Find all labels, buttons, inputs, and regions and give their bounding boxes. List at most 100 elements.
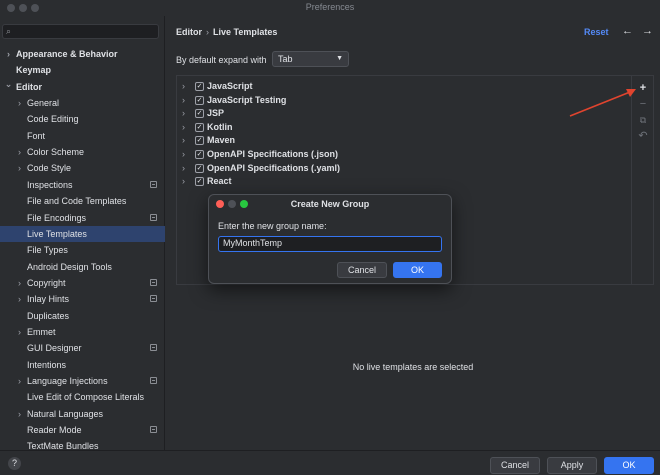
sidebar-item-live-edit-of-compose-literals[interactable]: Live Edit of Compose Literals [0, 389, 165, 405]
sidebar-item-label: Live Edit of Compose Literals [27, 392, 145, 403]
apply-button[interactable]: Apply [547, 457, 597, 474]
template-group-row[interactable]: › ✓ Maven [177, 134, 632, 147]
group-checkbox[interactable]: ✓ [195, 95, 204, 105]
sidebar-item-color-scheme[interactable]: › Color Scheme [0, 144, 165, 160]
chevron-right-icon[interactable]: › [182, 80, 185, 93]
chevron-right-icon[interactable]: › [15, 144, 24, 160]
sidebar-item-label: Editor [16, 81, 42, 92]
sidebar-item-inlay-hints[interactable]: › Inlay Hints [0, 291, 165, 307]
sidebar-item-emmet[interactable]: › Emmet [0, 324, 165, 340]
chevron-right-icon[interactable]: › [4, 46, 13, 62]
template-group-row[interactable]: › ✓ OpenAPI Specifications (.json) [177, 148, 632, 161]
chevron-right-icon[interactable]: › [182, 134, 185, 147]
sidebar-item-intentions[interactable]: Intentions [0, 357, 165, 373]
sidebar-item-language-injections[interactable]: › Language Injections [0, 373, 165, 389]
template-group-row[interactable]: › ✓ JavaScript Testing [177, 94, 632, 107]
chevron-right-icon[interactable]: › [15, 291, 24, 307]
sidebar-item-natural-languages[interactable]: › Natural Languages [0, 406, 165, 422]
group-checkbox[interactable]: ✓ [195, 163, 204, 173]
group-name: Maven [207, 135, 236, 146]
chevron-right-icon[interactable]: › [15, 324, 24, 340]
chevron-right-icon[interactable]: › [15, 406, 24, 422]
chevron-right-icon[interactable]: › [182, 121, 185, 134]
chevron-right-icon[interactable]: › [15, 95, 24, 111]
sidebar-item-editor[interactable]: ⌄ Editor [0, 79, 165, 95]
sidebar-item-label: Inspections [27, 179, 73, 190]
group-name: JavaScript Testing [207, 94, 287, 105]
sidebar-item-label: Font [27, 130, 46, 141]
sidebar-item-general[interactable]: › General [0, 95, 165, 111]
dialog-ok-button[interactable]: OK [393, 262, 442, 278]
project-scope-icon [150, 213, 157, 221]
sidebar-item-inspections[interactable]: Inspections [0, 177, 165, 193]
cancel-button[interactable]: Cancel [490, 457, 540, 474]
template-group-row[interactable]: › ✓ React [177, 175, 632, 188]
group-checkbox[interactable]: ✓ [195, 177, 204, 187]
sidebar-item-android-design-tools[interactable]: Android Design Tools [0, 259, 165, 275]
breadcrumb-live-templates: Live Templates [213, 27, 278, 37]
sidebar-item-label: Color Scheme [27, 147, 85, 158]
revert-icon[interactable]: ↶ [637, 130, 649, 142]
group-checkbox[interactable]: ✓ [195, 122, 204, 132]
sidebar-item-copyright[interactable]: › Copyright [0, 275, 165, 291]
copy-icon[interactable]: ⧉ [637, 114, 649, 126]
back-arrow-icon[interactable]: ← [622, 25, 633, 37]
dialog-title: Create New Group [290, 199, 370, 209]
group-checkbox[interactable]: ✓ [195, 136, 204, 146]
sidebar-item-keymap[interactable]: Keymap [0, 62, 165, 78]
breadcrumb-separator: › [206, 27, 209, 37]
group-name-input[interactable]: MyMonthTemp [218, 236, 442, 252]
sidebar-item-appearance-behavior[interactable]: › Appearance & Behavior [0, 46, 165, 62]
group-checkbox[interactable]: ✓ [195, 150, 204, 159]
chevron-right-icon[interactable]: › [182, 94, 185, 107]
sidebar-item-label: Code Style [27, 163, 72, 174]
group-name: React [207, 176, 232, 187]
group-name: OpenAPI Specifications (.yaml) [207, 162, 341, 173]
template-group-row[interactable]: › ✓ Kotlin [177, 121, 632, 134]
sidebar-item-label: Intentions [27, 359, 67, 370]
reset-link[interactable]: Reset [584, 27, 609, 37]
chevron-right-icon[interactable]: › [182, 148, 185, 161]
template-group-row[interactable]: › ✓ JavaScript [177, 80, 632, 93]
template-group-row[interactable]: › ✓ OpenAPI Specifications (.yaml) [177, 162, 632, 175]
sidebar-item-label: Live Templates [27, 228, 87, 239]
forward-arrow-icon[interactable]: → [642, 25, 653, 37]
group-checkbox[interactable]: ✓ [195, 109, 204, 119]
sidebar-item-file-types[interactable]: File Types [0, 242, 165, 258]
expand-with-select[interactable]: Tab ▼ [272, 51, 349, 67]
chevron-right-icon[interactable]: › [15, 160, 24, 176]
sidebar-item-file-and-code-templates[interactable]: File and Code Templates [0, 193, 165, 209]
chevron-right-icon[interactable]: › [15, 373, 24, 389]
chevron-down-icon[interactable]: ⌄ [4, 76, 13, 92]
search-icon: ⌕ [6, 26, 12, 36]
sidebar-item-live-templates[interactable]: Live Templates [0, 225, 165, 242]
chevron-down-icon: ▼ [336, 55, 343, 62]
template-group-row[interactable]: › ✓ JSP [177, 107, 632, 120]
sidebar-item-gui-designer[interactable]: GUI Designer [0, 340, 165, 356]
chevron-right-icon[interactable]: › [182, 107, 185, 120]
sidebar-item-label: Keymap [16, 65, 52, 76]
sidebar-item-reader-mode[interactable]: Reader Mode [0, 422, 165, 438]
sidebar-item-code-style[interactable]: › Code Style [0, 160, 165, 176]
sidebar-item-file-encodings[interactable]: File Encodings [0, 210, 165, 226]
add-icon[interactable]: + [637, 82, 649, 94]
dialog-cancel-button[interactable]: Cancel [337, 262, 387, 278]
project-scope-icon [150, 180, 157, 188]
breadcrumb-editor[interactable]: Editor [176, 27, 202, 37]
sidebar-item-label: Natural Languages [27, 408, 104, 419]
settings-search-input[interactable]: ⌕ [2, 24, 159, 39]
help-icon[interactable]: ? [8, 457, 21, 470]
sidebar-item-code-editing[interactable]: Code Editing [0, 111, 165, 127]
sidebar-item-font[interactable]: Font [0, 128, 165, 144]
chevron-right-icon[interactable]: › [15, 275, 24, 291]
ok-button[interactable]: OK [604, 457, 654, 474]
group-name: OpenAPI Specifications (.json) [207, 149, 339, 159]
group-checkbox[interactable]: ✓ [195, 82, 204, 91]
chevron-right-icon[interactable]: › [182, 162, 185, 175]
breadcrumb: Editor › Live Templates [176, 27, 277, 37]
chevron-right-icon[interactable]: › [182, 175, 185, 188]
remove-icon[interactable]: − [637, 98, 649, 110]
sidebar-item-duplicates[interactable]: Duplicates [0, 308, 165, 324]
sidebar-item-label: Copyright [27, 277, 66, 288]
window-title: Preferences [305, 2, 355, 12]
